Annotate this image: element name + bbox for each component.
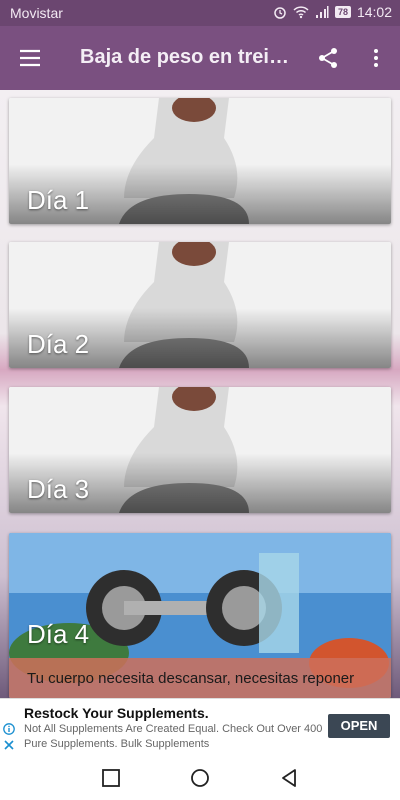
ad-close-icon[interactable] bbox=[3, 739, 15, 751]
system-nav-bar bbox=[0, 756, 400, 800]
ad-banner[interactable]: Restock Your Supplements. Not All Supple… bbox=[0, 698, 400, 757]
day-card-4[interactable]: Día 4 Tu cuerpo necesita descansar, nece… bbox=[9, 533, 391, 698]
alarm-icon bbox=[274, 7, 286, 19]
back-icon[interactable] bbox=[278, 767, 300, 789]
share-icon[interactable] bbox=[316, 46, 340, 70]
status-icons: 78 14:02 bbox=[273, 4, 392, 20]
battery-icon: 78 bbox=[334, 6, 351, 18]
ad-text: Not All Supplements Are Created Equal. C… bbox=[24, 723, 323, 750]
ad-title: Restock Your Supplements. bbox=[24, 705, 209, 721]
day-card-1[interactable]: Día 1 bbox=[9, 98, 391, 224]
wifi-icon bbox=[293, 6, 309, 19]
hamburger-menu-icon[interactable] bbox=[18, 46, 42, 70]
day-list[interactable]: Día 1 Día 2 Día 3 Día 4 Tu cuerpo necesi… bbox=[0, 90, 400, 698]
home-icon[interactable] bbox=[189, 767, 211, 789]
day-label: Día 4 bbox=[27, 619, 90, 649]
day-card-3[interactable]: Día 3 bbox=[9, 387, 391, 513]
clock: 14:02 bbox=[356, 4, 392, 20]
ad-info-icon[interactable] bbox=[3, 723, 15, 735]
more-vert-icon[interactable] bbox=[364, 46, 388, 70]
status-bar: Movistar 78 14:02 bbox=[0, 0, 400, 26]
day-card-2[interactable]: Día 2 bbox=[9, 242, 391, 368]
day-description: Tu cuerpo necesita descansar, necesitas … bbox=[9, 658, 391, 698]
recents-icon[interactable] bbox=[100, 767, 122, 789]
carrier-name: Movistar bbox=[10, 5, 63, 21]
signal-icon bbox=[315, 6, 329, 18]
ad-open-button[interactable]: OPEN bbox=[328, 714, 390, 738]
day-label: Día 3 bbox=[27, 474, 90, 504]
app-toolbar: Baja de peso en treinta días bbox=[0, 26, 400, 90]
page-title: Baja de peso en treinta días bbox=[80, 46, 300, 68]
day-label: Día 1 bbox=[27, 185, 90, 215]
day-label: Día 2 bbox=[27, 329, 90, 359]
